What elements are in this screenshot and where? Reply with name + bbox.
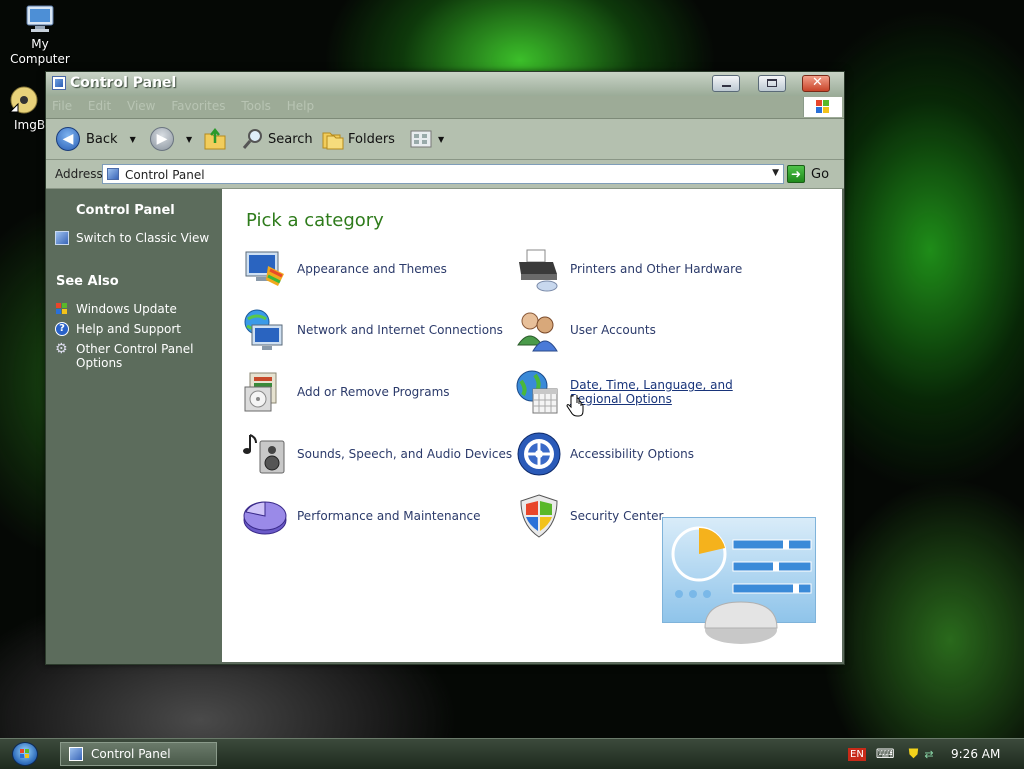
help-icon: ? [55,322,69,336]
maximize-icon [767,79,777,87]
see-also-title: See Also [56,274,119,289]
page-title: Pick a category [246,210,384,231]
address-value: Control Panel [125,168,205,182]
category-sounds-speech-audio[interactable]: Sounds, Speech, and Audio Devices [242,431,512,477]
forward-button[interactable]: ▶ ▼ [150,127,192,151]
control-panel-icon [107,168,119,180]
search-icon [242,129,262,149]
back-button[interactable]: ◀ Back ▼ [56,127,136,151]
menu-tools[interactable]: Tools [235,96,277,116]
toolbar: ◀ Back ▼ ▶ ▼ Search Folders ▼ [46,119,844,160]
up-folder-button[interactable] [202,126,228,152]
menu-favorites[interactable]: Favorites [165,96,231,116]
category-printers-and-hardware[interactable]: Printers and Other Hardware [515,246,742,292]
users-icon [515,307,561,353]
task-pane: Control Panel Switch to Classic View See… [46,189,222,664]
disc-icon [8,84,40,116]
menu-bar: File Edit View Favorites Tools Help [46,96,844,119]
taskbar: Control Panel EN ⌨ ⛊ ⇄ 9:26 AM [0,738,1024,769]
windows-update-link[interactable]: Windows Update [55,302,177,316]
globe-calendar-icon [515,369,561,415]
views-button[interactable]: ▼ [410,129,444,149]
category-add-or-remove-programs[interactable]: Add or Remove Programs [242,369,450,415]
menu-file[interactable]: File [46,96,78,116]
speaker-icon [242,431,288,477]
go-button[interactable]: ➜ Go [787,164,837,184]
add-remove-programs-icon [242,369,288,415]
category-network-and-internet[interactable]: Network and Internet Connections [242,307,503,353]
computer-icon [24,3,56,35]
folders-icon [322,132,344,150]
windows-logo-icon [803,97,842,117]
language-indicator[interactable]: EN [848,747,866,761]
help-and-support-link[interactable]: ? Help and Support [55,322,181,336]
printer-icon [515,246,561,292]
address-bar: Address Control Panel ▼ ➜ Go [46,160,844,189]
address-input[interactable]: Control Panel ▼ [102,164,784,184]
menu-help[interactable]: Help [281,96,320,116]
system-tray: EN ⌨ ⛊ ⇄ 9:26 AM [843,742,1024,766]
security-shield-icon[interactable]: ⛊ [909,747,919,762]
windows-logo-icon [20,749,29,758]
category-security-center[interactable]: Security Center [515,493,663,539]
close-icon: ✕ [812,75,823,90]
category-accessibility-options[interactable]: Accessibility Options [515,431,694,477]
go-arrow-icon: ➜ [787,165,805,183]
control-panel-icon [69,747,83,761]
network-icon [242,307,288,353]
panel-title: Control Panel [76,203,175,218]
back-dropdown-icon[interactable]: ▼ [130,135,136,144]
minimize-icon [722,85,731,87]
keyboard-icon[interactable]: ⌨ [876,747,895,762]
hand-cursor-icon [566,393,584,420]
appearance-themes-icon [242,246,288,292]
up-folder-icon [204,127,226,150]
category-user-accounts[interactable]: User Accounts [515,307,656,353]
address-dropdown-icon[interactable]: ▼ [772,168,779,178]
menu-edit[interactable]: Edit [82,96,117,116]
switch-to-classic-view-link[interactable]: Switch to Classic View [55,231,209,245]
windows-update-icon [55,302,69,316]
pie-chart-icon [242,493,288,539]
menu-view[interactable]: View [121,96,161,116]
start-button[interactable] [12,742,38,766]
control-panel-icon [55,231,69,245]
category-appearance-and-themes[interactable]: Appearance and Themes [242,246,447,292]
back-arrow-icon: ◀ [56,127,80,151]
address-label: Address [55,167,103,181]
taskbar-control-panel-button[interactable]: Control Panel [60,742,217,766]
maximize-button[interactable] [758,75,786,92]
search-button[interactable]: Search [242,127,313,151]
minimize-button[interactable] [712,75,740,92]
views-dropdown-icon[interactable]: ▼ [438,135,444,144]
views-icon [410,130,432,148]
security-shield-icon [515,493,561,539]
forward-arrow-icon: ▶ [150,127,174,151]
gear-icon: ⚙ [55,341,68,357]
network-icon[interactable]: ⇄ [924,748,933,761]
other-control-panel-options-link[interactable]: ⚙ Other Control Panel Options [55,342,205,370]
accessibility-icon [515,431,561,477]
folders-button[interactable]: Folders [322,127,395,151]
close-button[interactable]: ✕ [802,75,830,92]
desktop-icon-label: My Computer [10,37,70,66]
window-title: Control Panel [70,75,177,91]
forward-dropdown-icon[interactable]: ▼ [186,135,192,144]
desktop-icon-my-computer[interactable]: My Computer [0,3,80,67]
category-date-time-language-regional[interactable]: Date, Time, Language, and Regional Optio… [515,369,780,415]
control-panel-icon [52,76,66,90]
clock[interactable]: 9:26 AM [951,747,1000,761]
title-bar[interactable]: Control Panel ✕ [46,72,844,96]
category-performance-and-maintenance[interactable]: Performance and Maintenance [242,493,481,539]
control-panel-artwork [662,517,816,644]
